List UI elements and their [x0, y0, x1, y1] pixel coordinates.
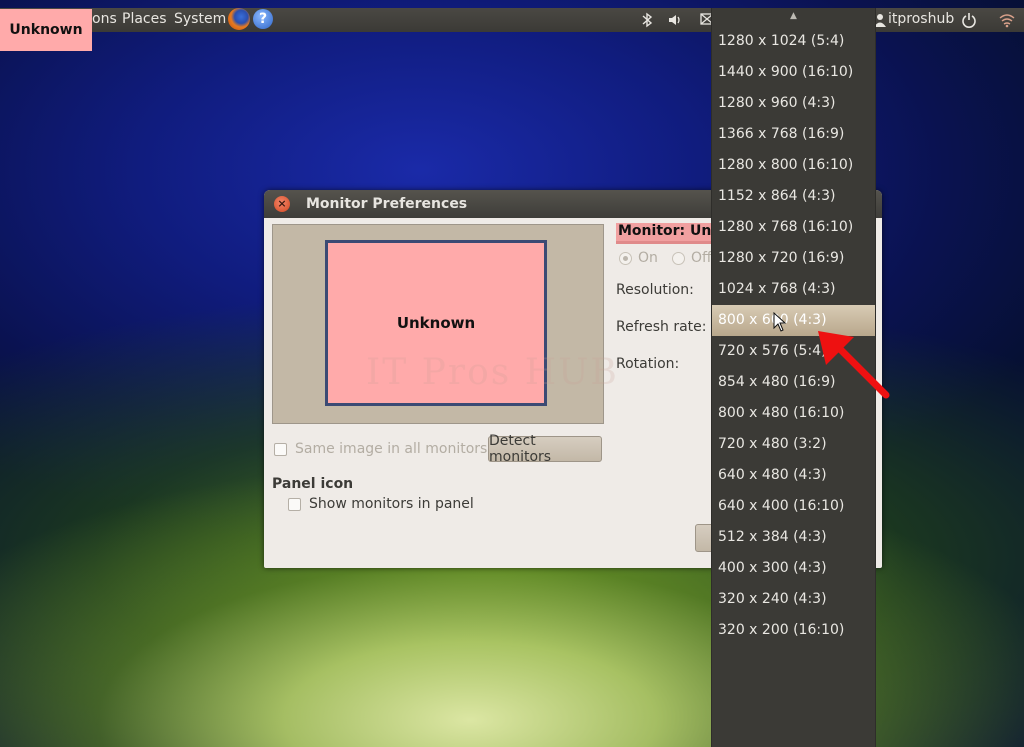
resolution-option[interactable]: 1152 x 864 (4:3)	[712, 181, 875, 212]
resolution-option[interactable]: 1280 x 800 (16:10)	[712, 150, 875, 181]
same-image-checkbox[interactable]: Same image in all monitors	[274, 441, 487, 457]
rotation-label: Rotation:	[616, 356, 680, 372]
unknown-monitor-badge: Unknown	[0, 9, 92, 51]
red-arrow-annotation	[818, 331, 890, 399]
panel-icon-heading: Panel icon	[272, 476, 354, 492]
resolution-option[interactable]: 512 x 384 (4:3)	[712, 522, 875, 553]
username-label[interactable]: itproshub	[888, 11, 954, 27]
close-icon[interactable]: ×	[274, 196, 290, 212]
resolution-option[interactable]: 1280 x 1024 (5:4)	[712, 26, 875, 57]
radio-on-label: On	[638, 250, 658, 266]
applications-menu[interactable]: ons	[92, 11, 117, 27]
resolution-option[interactable]: 640 x 480 (4:3)	[712, 460, 875, 491]
system-menu[interactable]: System	[174, 11, 226, 27]
desktop-background: ons Places System ? itproshub Unknown × …	[0, 0, 1024, 747]
resolution-option[interactable]: 1280 x 960 (4:3)	[712, 88, 875, 119]
firefox-icon[interactable]	[228, 8, 250, 30]
scroll-up-arrow-icon[interactable]: ▲	[712, 8, 875, 24]
network-icon[interactable]	[998, 12, 1015, 28]
refresh-rate-label: Refresh rate:	[616, 319, 707, 335]
radio-on[interactable]: On	[619, 250, 658, 266]
resolution-option[interactable]: 1366 x 768 (16:9)	[712, 119, 875, 150]
bluetooth-icon[interactable]	[639, 12, 655, 28]
radio-on-indicator[interactable]	[619, 251, 632, 265]
resolution-option[interactable]: 1024 x 768 (4:3)	[712, 274, 875, 305]
resolution-option[interactable]: 400 x 300 (4:3)	[712, 553, 875, 584]
resolution-option[interactable]: 1280 x 768 (16:10)	[712, 212, 875, 243]
monitor-preview-area[interactable]: Unknown	[272, 224, 604, 424]
dialog-title: Monitor Preferences	[306, 196, 468, 212]
resolution-option[interactable]: 1280 x 720 (16:9)	[712, 243, 875, 274]
radio-off-indicator[interactable]	[672, 251, 685, 265]
detect-monitors-button[interactable]: Detect monitors	[488, 433, 602, 465]
radio-off[interactable]: Off	[672, 250, 712, 266]
watermark-text: IT Pros HUB	[366, 352, 619, 393]
resolution-option[interactable]: 640 x 400 (16:10)	[712, 491, 875, 522]
volume-icon[interactable]	[667, 12, 683, 28]
monitor-name-label: Monitor: Unk	[616, 223, 716, 244]
resolution-label: Resolution:	[616, 282, 694, 298]
show-monitors-checkbox[interactable]: Show monitors in panel	[288, 496, 474, 512]
help-icon[interactable]: ?	[253, 9, 273, 29]
show-monitors-checkbox-box[interactable]	[288, 497, 301, 511]
mouse-cursor-icon	[773, 312, 787, 332]
resolution-option[interactable]: 1440 x 900 (16:10)	[712, 57, 875, 88]
monitor-preview-label: Unknown	[396, 314, 476, 332]
power-icon[interactable]	[961, 12, 977, 28]
radio-off-label: Off	[691, 250, 712, 266]
same-image-checkbox-box[interactable]	[274, 442, 287, 456]
resolution-option[interactable]: 320 x 240 (4:3)	[712, 584, 875, 615]
resolution-option[interactable]: 720 x 480 (3:2)	[712, 429, 875, 460]
places-menu[interactable]: Places	[122, 11, 167, 27]
same-image-label: Same image in all monitors	[295, 441, 488, 457]
resolution-option[interactable]: 320 x 200 (16:10)	[712, 615, 875, 646]
show-monitors-label: Show monitors in panel	[309, 496, 474, 512]
